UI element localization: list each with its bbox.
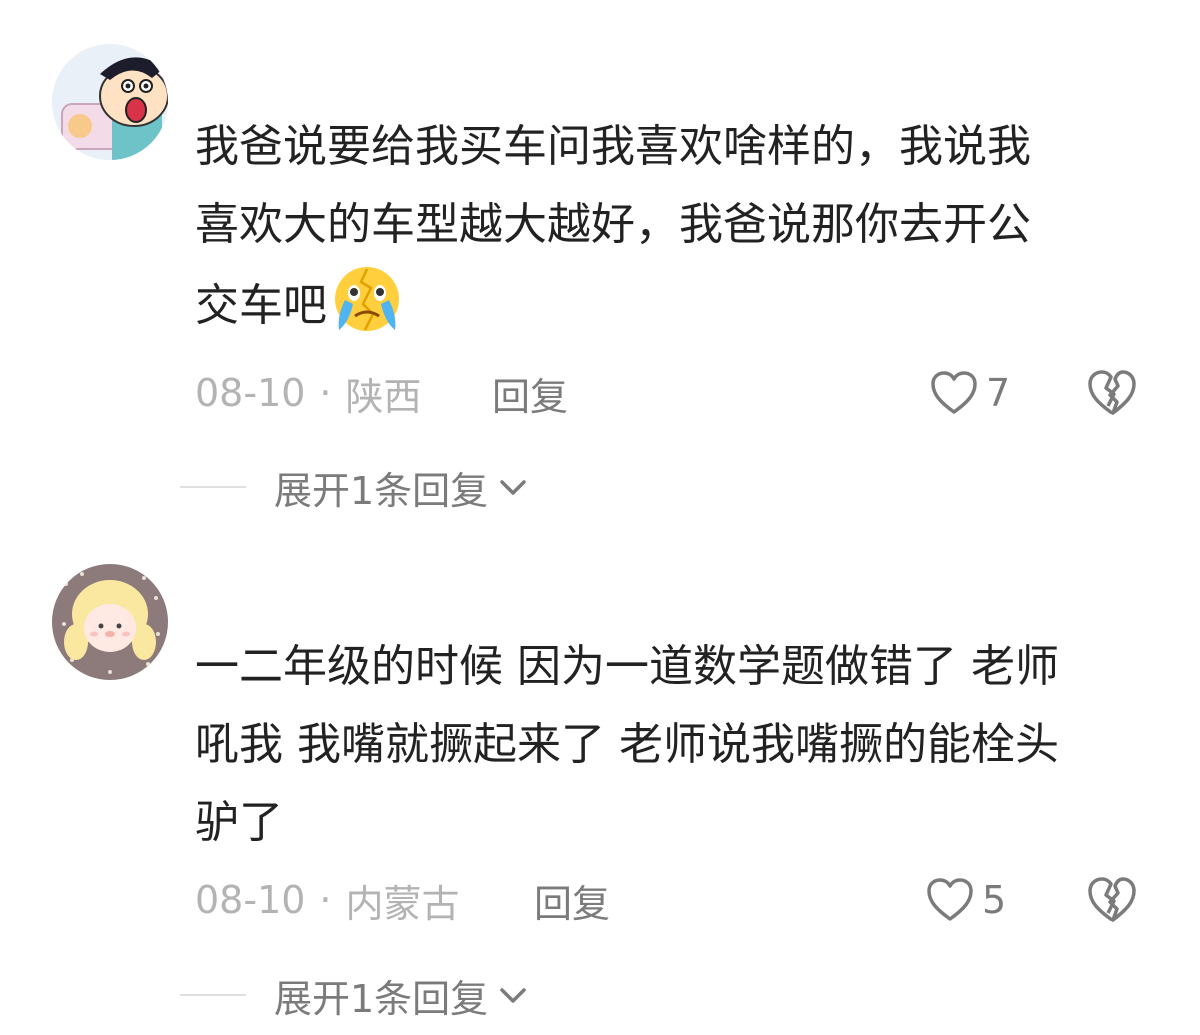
comment-item: 一二年级的时候 因为一道数学题做错了 老师 吼我 我嘴就撅起来了 老师说我嘴撅的…: [0, 520, 1200, 1035]
avatar[interactable]: [52, 44, 168, 160]
comment-meta: 08-10 · 陕西: [195, 368, 422, 419]
comment-line: 喜欢大的车型越大越好，我爸说那你去开公: [195, 199, 1031, 250]
comment-location: 内蒙古: [345, 881, 460, 926]
meta-separator: ·: [319, 878, 332, 922]
blonde-girl-avatar-icon: [52, 564, 168, 680]
comment-meta: 08-10 · 内蒙古: [195, 875, 460, 926]
divider: [180, 486, 246, 488]
like-count: 5: [982, 878, 1007, 922]
reply-button[interactable]: 回复: [534, 875, 610, 926]
expand-replies[interactable]: 展开1条回复: [180, 970, 530, 1021]
heart-icon: [927, 878, 973, 921]
like-count: 7: [986, 371, 1011, 415]
comment-date: 08-10: [195, 878, 306, 922]
reply-button[interactable]: 回复: [492, 368, 568, 419]
comment-date: 08-10: [195, 371, 306, 415]
comment-line: 吼我 我嘴就撅起来了 老师说我嘴撅的能栓头: [195, 719, 1059, 770]
broken-heart-icon[interactable]: [1086, 875, 1138, 925]
comment-text: 一二年级的时候 因为一道数学题做错了 老师 吼我 我嘴就撅起来了 老师说我嘴撅的…: [195, 628, 1145, 862]
comment-text: 我爸说要给我买车问我喜欢啥样的，我说我 喜欢大的车型越大越好，我爸说那你去开公 …: [195, 108, 1145, 342]
broken-heart-icon[interactable]: [1086, 368, 1138, 418]
chevron-down-icon: [500, 480, 526, 495]
expand-replies[interactable]: 展开1条回复: [180, 462, 530, 513]
like-button[interactable]: 7: [930, 368, 1010, 418]
comment-line: 交车吧: [195, 280, 327, 331]
expand-replies-label: 展开1条回复: [274, 976, 489, 1021]
heart-icon: [931, 371, 977, 414]
crying-emoji-icon: [335, 267, 399, 331]
comment-item: 我爸说要给我买车问我喜欢啥样的，我说我 喜欢大的车型越大越好，我爸说那你去开公 …: [0, 0, 1200, 520]
avatar[interactable]: [52, 564, 168, 680]
meta-separator: ·: [319, 371, 332, 415]
comment-line: 驴了: [195, 797, 283, 848]
chevron-down-icon: [500, 988, 526, 1003]
comment-line: 一二年级的时候 因为一道数学题做错了 老师: [195, 641, 1059, 692]
divider: [180, 994, 246, 996]
expand-replies-label: 展开1条回复: [274, 468, 489, 513]
cartoon-boy-avatar-icon: [52, 44, 168, 160]
like-button[interactable]: 5: [926, 875, 1006, 925]
comment-location: 陕西: [345, 374, 422, 419]
comment-line: 我爸说要给我买车问我喜欢啥样的，我说我: [195, 121, 1031, 172]
